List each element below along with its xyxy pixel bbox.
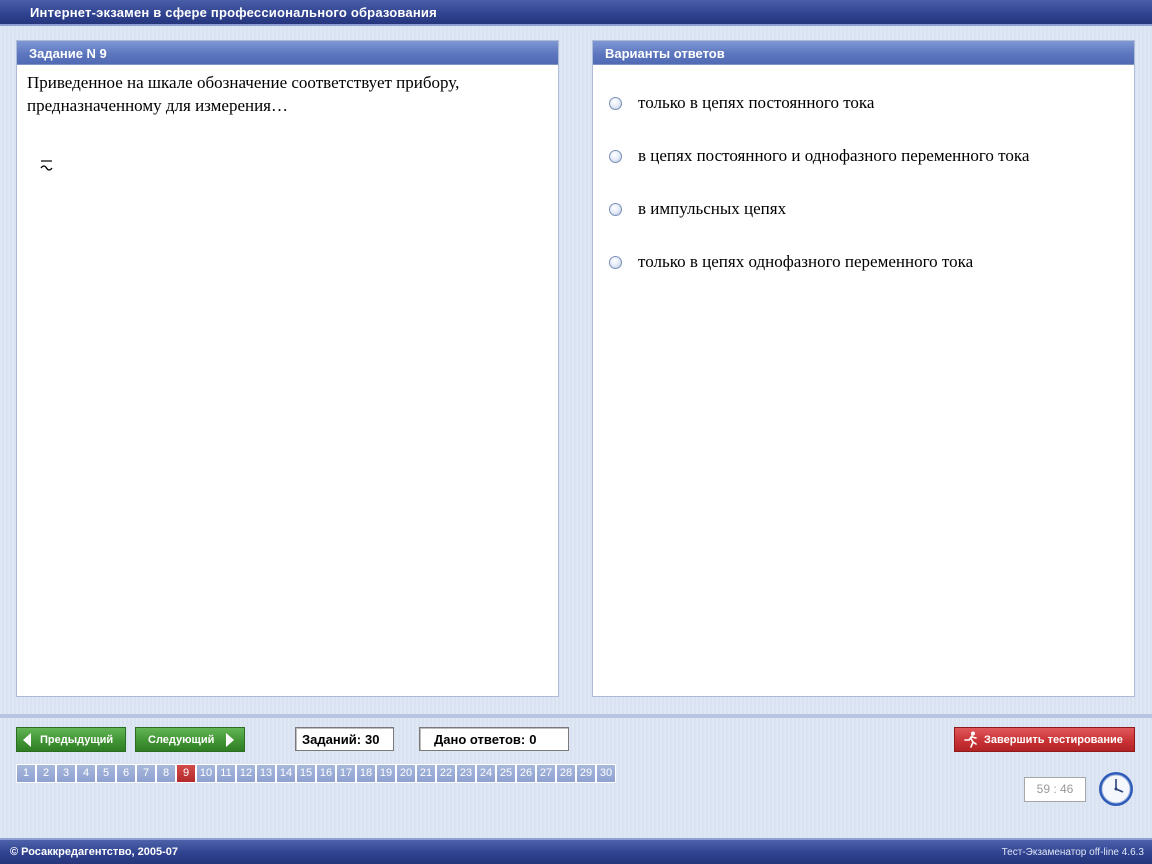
timer-display: 59 : 46 xyxy=(1024,777,1086,802)
task-number-26[interactable]: 26 xyxy=(516,764,536,783)
version-label: Тест-Экзаменатор off-line 4.6.3 xyxy=(1001,847,1144,858)
finish-test-label: Завершить тестирование xyxy=(984,733,1123,746)
answers-header: Варианты ответов xyxy=(593,41,1134,65)
previous-button-label: Предыдущий xyxy=(40,733,114,746)
tasks-counter-value: 30 xyxy=(365,732,380,747)
previous-button[interactable]: Предыдущий xyxy=(16,727,126,752)
task-number-22[interactable]: 22 xyxy=(436,764,456,783)
arrow-left-icon xyxy=(23,732,31,747)
task-number-10[interactable]: 10 xyxy=(196,764,216,783)
answers-counter-value: 0 xyxy=(529,732,537,747)
task-number-9[interactable]: 9 xyxy=(176,764,196,783)
answer-option-4[interactable]: только в цепях однофазного переменного т… xyxy=(609,251,973,273)
task-number-28[interactable]: 28 xyxy=(556,764,576,783)
footer: © Росаккредагентство, 2005-07 Тест-Экзам… xyxy=(0,838,1152,864)
task-number-1[interactable]: 1 xyxy=(16,764,36,783)
clock-icon xyxy=(1099,772,1133,806)
task-number-15[interactable]: 15 xyxy=(296,764,316,783)
copyright: © Росаккредагентство, 2005-07 xyxy=(10,846,179,858)
task-number-13[interactable]: 13 xyxy=(256,764,276,783)
next-button-label: Следующий xyxy=(148,733,215,746)
answer-option-label: в импульсных цепях xyxy=(638,199,787,218)
task-number-11[interactable]: 11 xyxy=(216,764,236,783)
task-number-12[interactable]: 12 xyxy=(236,764,256,783)
task-number-18[interactable]: 18 xyxy=(356,764,376,783)
finish-test-button[interactable]: Завершить тестирование xyxy=(954,727,1135,752)
task-number-14[interactable]: 14 xyxy=(276,764,296,783)
task-number-7[interactable]: 7 xyxy=(136,764,156,783)
radio-button[interactable] xyxy=(609,255,622,269)
question-panel: Задание N 9 Приведенное на шкале обознач… xyxy=(16,40,559,697)
radio-button[interactable] xyxy=(609,149,622,163)
task-number-27[interactable]: 27 xyxy=(536,764,556,783)
task-number-bar: 1 2 3 4 5 6 7 8 9 10 11 12 13 14 15 16 17 18 19 20 21 22 23 24 2… xyxy=(16,764,616,783)
window-title: Интернет-экзамен в сфере профессионально… xyxy=(30,5,437,20)
task-number-4[interactable]: 4 xyxy=(76,764,96,783)
task-number-29[interactable]: 29 xyxy=(576,764,596,783)
answer-option-label: только в цепях постоянного тока xyxy=(638,93,875,112)
title-bar: Интернет-экзамен в сфере профессионально… xyxy=(0,0,1152,26)
task-number-24[interactable]: 24 xyxy=(476,764,496,783)
task-number-6[interactable]: 6 xyxy=(116,764,136,783)
task-number-23[interactable]: 23 xyxy=(456,764,476,783)
radio-button[interactable] xyxy=(609,96,622,110)
tasks-counter-label: Заданий: xyxy=(302,732,362,747)
task-number-3[interactable]: 3 xyxy=(56,764,76,783)
task-number-30[interactable]: 30 xyxy=(596,764,616,783)
task-number-21[interactable]: 21 xyxy=(416,764,436,783)
task-number-17[interactable]: 17 xyxy=(336,764,356,783)
answers-panel: Варианты ответов только в цепях постоянн… xyxy=(592,40,1135,697)
task-number-8[interactable]: 8 xyxy=(156,764,176,783)
task-number-5[interactable]: 5 xyxy=(96,764,116,783)
task-number-19[interactable]: 19 xyxy=(376,764,396,783)
answers-counter-label: Дано ответов: xyxy=(434,732,526,747)
task-number-25[interactable]: 25 xyxy=(496,764,516,783)
question-header: Задание N 9 xyxy=(17,41,558,65)
divider xyxy=(0,714,1152,718)
answers-counter: Дано ответов: 0 xyxy=(419,727,569,751)
question-text: Приведенное на шкале обозначение соответ… xyxy=(27,73,460,115)
task-number-2[interactable]: 2 xyxy=(36,764,56,783)
answer-option-label: только в цепях однофазного переменного т… xyxy=(638,252,974,271)
ac-dc-scale-symbol-icon xyxy=(40,160,53,171)
task-number-16[interactable]: 16 xyxy=(316,764,336,783)
next-button[interactable]: Следующий xyxy=(135,727,245,752)
task-number-20[interactable]: 20 xyxy=(396,764,416,783)
radio-button[interactable] xyxy=(609,202,622,216)
answer-option-1[interactable]: только в цепях постоянного тока xyxy=(609,92,874,114)
answer-option-3[interactable]: в импульсных цепях xyxy=(609,198,786,220)
answer-option-label: в цепях постоянного и однофазного переме… xyxy=(638,146,1030,165)
running-person-icon xyxy=(964,731,977,748)
arrow-right-icon xyxy=(226,732,235,747)
answer-option-2[interactable]: в цепях постоянного и однофазного переме… xyxy=(609,145,1029,167)
tasks-counter: Заданий: 30 xyxy=(295,727,394,751)
